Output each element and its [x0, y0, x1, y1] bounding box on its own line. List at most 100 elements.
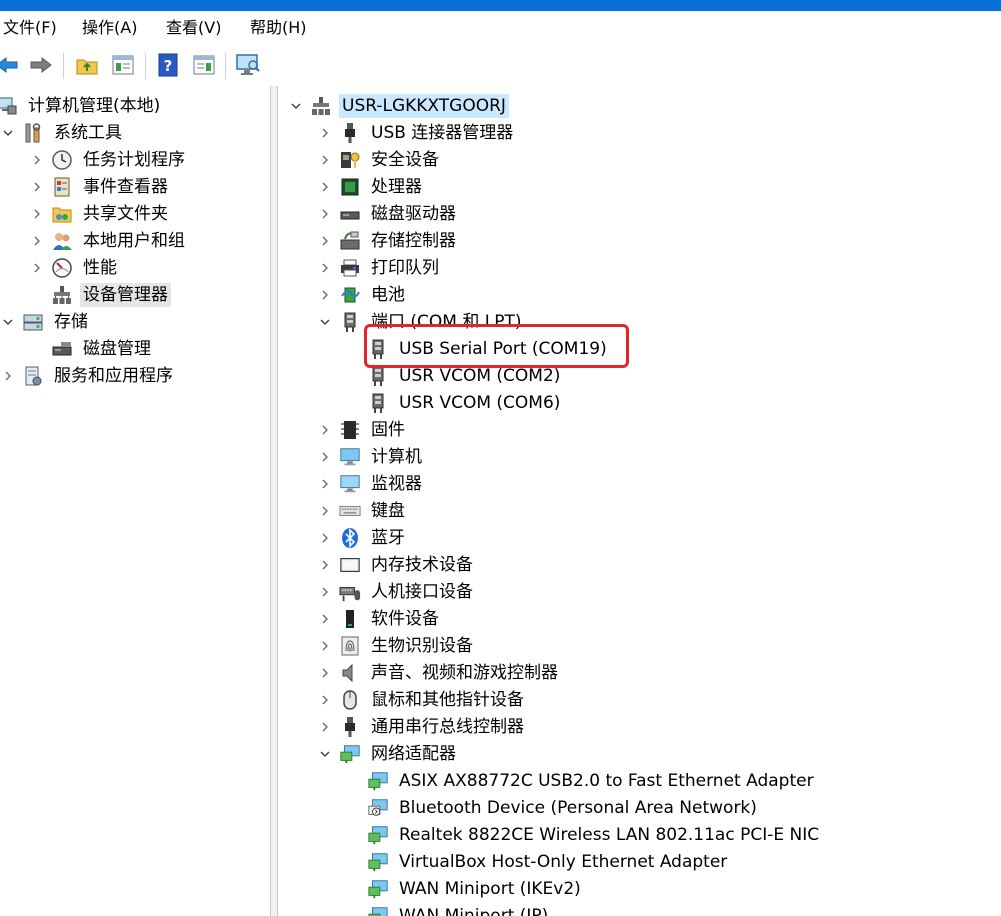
tree-item-local-users-groups[interactable]: 本地用户和组 — [29, 227, 188, 254]
device-category[interactable]: 生物识别设备 — [317, 632, 476, 659]
chevron-down-icon[interactable] — [288, 98, 304, 114]
device-category[interactable]: 打印队列 — [317, 254, 442, 281]
chevron-right-icon[interactable] — [317, 422, 333, 438]
chevron-right-icon[interactable] — [317, 287, 333, 303]
chevron-right-icon[interactable] — [317, 125, 333, 141]
device-category[interactable]: 鼠标和其他指针设备 — [317, 686, 527, 713]
chevron-right-icon[interactable] — [317, 719, 333, 735]
chevron-right-icon[interactable] — [317, 476, 333, 492]
device-category[interactable]: 网络适配器 — [317, 740, 459, 767]
up-level-button[interactable] — [74, 52, 100, 78]
port-icon — [367, 365, 389, 387]
device-category[interactable]: 电池 — [317, 281, 408, 308]
tree-item-computer-management[interactable]: 计算机管理(本地) — [0, 92, 163, 119]
device-category[interactable]: 安全设备 — [317, 146, 442, 173]
disk-drive-icon — [339, 203, 361, 225]
tree-item-label: USR VCOM (COM2) — [399, 365, 561, 386]
tree-item-system-tools[interactable]: 系统工具 — [0, 119, 125, 146]
tree-item-services-apps[interactable]: 服务和应用程序 — [0, 362, 176, 389]
chevron-right-icon[interactable] — [317, 449, 333, 465]
device-category[interactable]: 磁盘驱动器 — [317, 200, 459, 227]
chevron-right-icon[interactable] — [29, 206, 45, 222]
network-adapter-item[interactable]: Bluetooth Device (Personal Area Network) — [367, 794, 760, 821]
shared-folder-icon — [51, 203, 73, 225]
device-category[interactable]: USB 连接器管理器 — [317, 119, 516, 146]
chevron-right-icon[interactable] — [317, 260, 333, 276]
device-category[interactable]: 人机接口设备 — [317, 578, 476, 605]
chevron-down-icon[interactable] — [317, 746, 333, 762]
network-adapter-item[interactable]: Realtek 8822CE Wireless LAN 802.11ac PCI… — [367, 821, 822, 848]
help-button[interactable]: ? — [155, 52, 181, 78]
chevron-right-icon[interactable] — [317, 206, 333, 222]
network-adapter-item[interactable]: ASIX AX88772C USB2.0 to Fast Ethernet Ad… — [367, 767, 817, 794]
tree-item-label: USB Serial Port (COM19) — [399, 338, 607, 359]
device-category[interactable]: 监视器 — [317, 470, 425, 497]
fingerprint-icon — [339, 635, 361, 657]
device-category[interactable]: 软件设备 — [317, 605, 442, 632]
network-adapter-item[interactable]: VirtualBox Host-Only Ethernet Adapter — [367, 848, 730, 875]
chevron-right-icon[interactable] — [317, 152, 333, 168]
chevron-down-icon[interactable] — [0, 125, 16, 141]
chevron-right-icon[interactable] — [29, 233, 45, 249]
tree-item-label: 软件设备 — [371, 608, 439, 629]
chevron-right-icon[interactable] — [317, 584, 333, 600]
tree-item-storage[interactable]: 存储 — [0, 308, 91, 335]
chevron-right-icon[interactable] — [317, 503, 333, 519]
device-category[interactable]: 声音、视频和游戏控制器 — [317, 659, 561, 686]
chevron-down-icon[interactable] — [0, 314, 16, 330]
back-button[interactable] — [0, 52, 20, 78]
chevron-right-icon[interactable] — [317, 692, 333, 708]
computer-management-icon — [0, 95, 18, 117]
tree-item-label: 声音、视频和游戏控制器 — [371, 662, 558, 683]
device-category[interactable]: 存储控制器 — [317, 227, 459, 254]
chevron-right-icon[interactable] — [29, 152, 45, 168]
tree-item-event-viewer[interactable]: 事件查看器 — [29, 173, 171, 200]
device-category[interactable]: 端口 (COM 和 LPT) — [317, 308, 525, 335]
pane-splitter[interactable] — [270, 86, 278, 916]
tree-item-disk-management[interactable]: 磁盘管理 — [51, 335, 154, 362]
tree-item-task-scheduler[interactable]: 任务计划程序 — [29, 146, 188, 173]
device-port-item[interactable]: USR VCOM (COM6) — [367, 389, 563, 416]
menu-view[interactable]: 查看(V) — [166, 17, 221, 39]
device-port-item[interactable]: USB Serial Port (COM19) — [367, 335, 610, 362]
tree-item-label: 系统工具 — [54, 122, 122, 143]
network-adapter-item[interactable]: WAN Miniport (IKEv2) — [367, 875, 584, 902]
chevron-right-icon[interactable] — [317, 557, 333, 573]
chevron-right-icon[interactable] — [317, 233, 333, 249]
device-category[interactable]: 键盘 — [317, 497, 408, 524]
chevron-right-icon[interactable] — [317, 638, 333, 654]
tree-item-device-manager[interactable]: 设备管理器 — [51, 281, 171, 308]
chevron-right-icon[interactable] — [317, 179, 333, 195]
device-category[interactable]: 固件 — [317, 416, 408, 443]
device-category[interactable]: 计算机 — [317, 443, 425, 470]
device-category[interactable]: 蓝牙 — [317, 524, 408, 551]
show-hide-tree-button[interactable] — [110, 52, 136, 78]
chevron-right-icon[interactable] — [29, 179, 45, 195]
tree-item-performance[interactable]: 性能 — [29, 254, 120, 281]
network-adapter-icon — [367, 770, 389, 792]
forward-button[interactable] — [28, 52, 54, 78]
chevron-right-icon[interactable] — [0, 368, 16, 384]
chevron-right-icon[interactable] — [317, 611, 333, 627]
chevron-down-icon[interactable] — [317, 314, 333, 330]
device-category[interactable]: 内存技术设备 — [317, 551, 476, 578]
device-tree-root[interactable]: USR-LGKKXTGOORJ — [288, 92, 509, 119]
menu-action[interactable]: 操作(A) — [82, 17, 137, 39]
network-adapter-icon — [367, 878, 389, 900]
tree-item-shared-folders[interactable]: 共享文件夹 — [29, 200, 171, 227]
menu-help[interactable]: 帮助(H) — [250, 17, 307, 39]
chevron-right-icon[interactable] — [29, 260, 45, 276]
port-icon — [339, 311, 361, 333]
chevron-right-icon[interactable] — [317, 530, 333, 546]
memory-icon — [339, 554, 361, 576]
device-category[interactable]: 处理器 — [317, 173, 425, 200]
device-category[interactable]: 通用串行总线控制器 — [317, 713, 527, 740]
tree-item-label: 监视器 — [371, 473, 422, 494]
device-port-item[interactable]: USR VCOM (COM2) — [367, 362, 563, 389]
scan-hardware-button[interactable] — [235, 52, 261, 78]
menu-file[interactable]: 文件(F) — [3, 17, 57, 39]
tree-item-label: WAN Miniport (IP) — [399, 905, 549, 916]
action-pane-button[interactable] — [191, 52, 217, 78]
chevron-right-icon[interactable] — [317, 665, 333, 681]
network-adapter-item[interactable]: WAN Miniport (IP) — [367, 902, 551, 916]
